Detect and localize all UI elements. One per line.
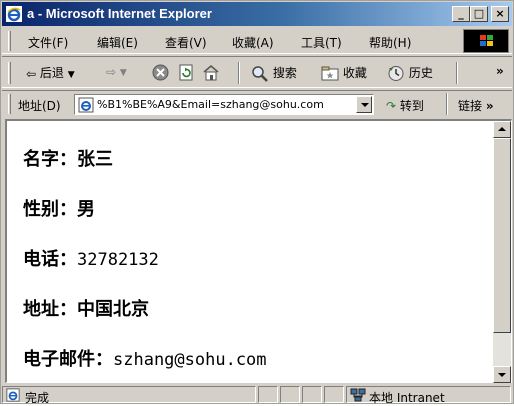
email-field: 电子邮件：szhang@sohu.com bbox=[23, 345, 267, 371]
home-button[interactable] bbox=[202, 64, 220, 81]
status-cell-2 bbox=[258, 386, 278, 403]
gender-field: 性别：男 bbox=[23, 195, 95, 221]
address-field-label: 地址： bbox=[23, 299, 77, 320]
address-label: 地址(D) bbox=[18, 99, 61, 113]
toolbar-grip[interactable] bbox=[8, 62, 11, 84]
stop-icon bbox=[152, 64, 169, 81]
phone-field: 电话：32782132 bbox=[23, 245, 159, 271]
address-field: 地址：中国北京 bbox=[23, 295, 149, 321]
title-bar[interactable]: a - Microsoft Internet Explorer _ □ × bbox=[2, 2, 512, 26]
menu-view[interactable]: 查看(V) bbox=[165, 34, 207, 51]
gender-value: 男 bbox=[77, 199, 95, 220]
standard-toolbar: ⇦ 后退 ▼ ⇨ ▼ 搜索 收藏 历史 » bbox=[2, 56, 512, 88]
address-dropdown-button[interactable] bbox=[356, 96, 372, 113]
address-separator bbox=[446, 93, 448, 115]
menu-favorites[interactable]: 收藏(A) bbox=[232, 34, 274, 51]
name-value: 张三 bbox=[77, 149, 113, 170]
gender-label: 性别： bbox=[23, 199, 77, 220]
minimize-button[interactable]: _ bbox=[452, 6, 470, 22]
menu-grip[interactable] bbox=[8, 31, 11, 51]
address-field-value: 中国北京 bbox=[77, 299, 149, 320]
status-cell-3 bbox=[280, 386, 300, 403]
forward-arrow-icon: ⇨ bbox=[106, 64, 117, 79]
back-dropdown-icon: ▼ bbox=[67, 70, 75, 80]
refresh-icon bbox=[179, 64, 193, 81]
window-title: a - Microsoft Internet Explorer bbox=[27, 6, 212, 21]
phone-value: 32782132 bbox=[77, 250, 159, 270]
toolbar-separator-2 bbox=[456, 62, 458, 84]
refresh-button[interactable] bbox=[178, 64, 195, 81]
email-label: 电子邮件： bbox=[23, 349, 113, 370]
back-label: 后退 bbox=[39, 66, 64, 80]
status-main-cell: 完成 bbox=[2, 386, 256, 405]
vertical-scrollbar[interactable] bbox=[493, 121, 511, 383]
menu-bar: 文件(F) 编辑(E) 查看(V) 收藏(A) 工具(T) 帮助(H) bbox=[2, 28, 512, 54]
status-page-icon bbox=[6, 388, 20, 402]
scroll-up-button[interactable] bbox=[493, 121, 511, 138]
menu-edit[interactable]: 编辑(E) bbox=[97, 34, 138, 51]
menu-tools[interactable]: 工具(T) bbox=[301, 34, 342, 51]
address-grip[interactable] bbox=[8, 94, 11, 114]
ie-logo-icon bbox=[6, 6, 22, 22]
status-zone-text: 本地 Intranet bbox=[369, 391, 445, 405]
address-input[interactable] bbox=[97, 97, 352, 112]
history-label: 历史 bbox=[408, 66, 433, 80]
history-button[interactable]: 历史 bbox=[387, 64, 433, 82]
goto-label: 转到 bbox=[399, 99, 424, 113]
page-icon bbox=[78, 97, 94, 113]
status-cell-4 bbox=[302, 386, 322, 403]
menu-help[interactable]: 帮助(H) bbox=[369, 34, 411, 51]
ie-window: a - Microsoft Internet Explorer _ □ × 文件… bbox=[0, 0, 514, 405]
name-label: 名字： bbox=[23, 149, 77, 170]
favorites-label: 收藏 bbox=[342, 66, 367, 80]
scroll-down-button[interactable] bbox=[493, 366, 511, 383]
menu-file[interactable]: 文件(F) bbox=[28, 34, 68, 51]
links-more-icon: » bbox=[485, 99, 494, 113]
address-box[interactable] bbox=[74, 94, 374, 115]
content-frame: 名字：张三 性别：男 电话：32782132 地址：中国北京 电子邮件：szha… bbox=[5, 119, 512, 383]
history-icon bbox=[388, 66, 404, 81]
status-bar: 完成 本地 Intranet bbox=[2, 385, 512, 405]
back-arrow-icon: ⇦ bbox=[26, 66, 37, 81]
search-icon bbox=[252, 66, 268, 82]
toolbar-more-button[interactable]: » bbox=[496, 64, 504, 78]
back-button[interactable]: ⇦ 后退 ▼ bbox=[26, 64, 75, 81]
forward-button[interactable]: ⇨ ▼ bbox=[106, 64, 127, 79]
search-label: 搜索 bbox=[272, 66, 297, 80]
toolbar-separator bbox=[238, 62, 240, 84]
favorites-button[interactable]: 收藏 bbox=[321, 64, 367, 82]
intranet-zone-icon bbox=[350, 388, 366, 402]
favorites-icon bbox=[321, 66, 339, 81]
links-label: 链接 bbox=[458, 99, 483, 113]
email-value: szhang@sohu.com bbox=[113, 350, 267, 370]
status-zone-cell: 本地 Intranet bbox=[346, 386, 511, 405]
address-bar: 地址(D) ↷ 转到 链接 » bbox=[2, 90, 512, 116]
goto-arrow-icon: ↷ bbox=[386, 99, 397, 113]
home-icon bbox=[203, 65, 219, 81]
status-text: 完成 bbox=[25, 391, 50, 405]
search-button[interactable]: 搜索 bbox=[251, 64, 297, 82]
close-button[interactable]: × bbox=[491, 6, 509, 22]
maximize-button[interactable]: □ bbox=[470, 6, 488, 22]
scroll-thumb[interactable] bbox=[493, 138, 511, 333]
windows-flag-icon bbox=[480, 35, 493, 46]
stop-button[interactable] bbox=[152, 64, 169, 81]
forward-dropdown-icon: ▼ bbox=[119, 68, 127, 78]
name-field: 名字：张三 bbox=[23, 145, 113, 171]
goto-button[interactable]: ↷ 转到 bbox=[386, 97, 424, 114]
windows-logo bbox=[463, 29, 509, 53]
status-cell-5 bbox=[324, 386, 344, 403]
links-button[interactable]: 链接 » bbox=[458, 97, 494, 114]
page-content: 名字：张三 性别：男 电话：32782132 地址：中国北京 电子邮件：szha… bbox=[7, 121, 491, 383]
phone-label: 电话： bbox=[23, 249, 77, 270]
